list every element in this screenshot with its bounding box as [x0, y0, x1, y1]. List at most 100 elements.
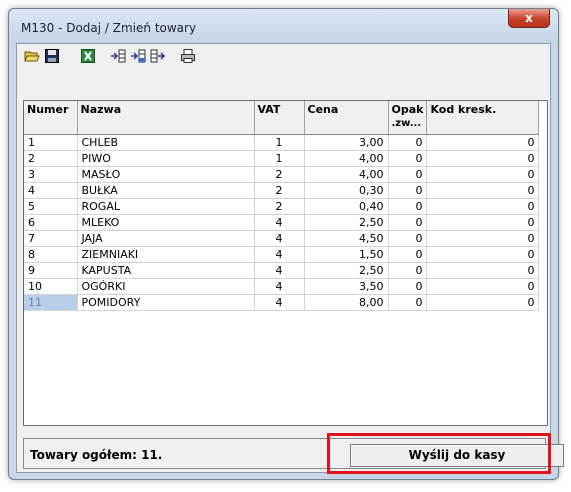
save-button[interactable]: [43, 47, 61, 65]
cell-vat[interactable]: 4: [254, 246, 305, 263]
table-row[interactable]: 9 KAPUSTA 4 2,50 0 0: [24, 262, 540, 279]
close-button[interactable]: x: [508, 9, 550, 28]
cell-kod[interactable]: 0: [426, 198, 540, 215]
append-row-button[interactable]: [149, 47, 167, 65]
table-row[interactable]: 5 ROGAL 2 0,40 0 0: [24, 198, 540, 215]
table-row[interactable]: 11 POMIDORY 4 8,00 0 0: [24, 294, 540, 311]
cell-vat[interactable]: 2: [254, 198, 305, 215]
cell-nazwa[interactable]: PIWO: [77, 150, 255, 167]
cell-numer[interactable]: 9: [24, 262, 78, 279]
cell-vat[interactable]: 4: [254, 230, 305, 247]
cell-kod[interactable]: 0: [426, 278, 540, 295]
cell-opak[interactable]: 0: [388, 294, 428, 311]
cell-opak[interactable]: 0: [388, 278, 428, 295]
cell-kod[interactable]: 0: [426, 166, 540, 183]
cell-opak[interactable]: 0: [388, 134, 428, 151]
cell-nazwa[interactable]: POMIDORY: [77, 294, 255, 311]
cell-numer[interactable]: 6: [24, 214, 78, 231]
append-row-icon: [150, 49, 166, 63]
cell-vat[interactable]: 2: [254, 166, 305, 183]
insert-row-button[interactable]: [109, 47, 127, 65]
app-window: M130 - Dodaj / Zmień towary x Numer Nazw…: [8, 8, 564, 480]
cell-kod[interactable]: 0: [426, 214, 540, 231]
column-header-cena[interactable]: Cena: [304, 101, 389, 135]
cell-vat[interactable]: 4: [254, 262, 305, 279]
highlight-frame: [327, 433, 551, 474]
cell-nazwa[interactable]: BUŁKA: [77, 182, 255, 199]
table-row[interactable]: 3 MASŁO 2 4,00 0 0: [24, 166, 540, 183]
column-header-vat[interactable]: VAT: [254, 101, 305, 135]
cell-kod[interactable]: 0: [426, 246, 540, 263]
excel-icon: [81, 49, 95, 63]
cell-kod[interactable]: 0: [426, 182, 540, 199]
cell-nazwa[interactable]: CHLEB: [77, 134, 255, 151]
open-folder-button[interactable]: [23, 47, 41, 65]
table-row[interactable]: 10 OGÓRKI 4 3,50 0 0: [24, 278, 540, 295]
table-row[interactable]: 8 ZIEMNIAKI 4 1,50 0 0: [24, 246, 540, 263]
cell-numer[interactable]: 3: [24, 166, 78, 183]
cell-opak[interactable]: 0: [388, 166, 428, 183]
cell-cena[interactable]: 4,50: [304, 230, 389, 247]
cell-numer[interactable]: 4: [24, 182, 78, 199]
excel-export-button[interactable]: [79, 47, 97, 65]
cell-vat[interactable]: 1: [254, 150, 305, 167]
cell-numer[interactable]: 8: [24, 246, 78, 263]
cell-opak[interactable]: 0: [388, 230, 428, 247]
cell-numer[interactable]: 2: [24, 150, 78, 167]
add-row-button[interactable]: [129, 47, 147, 65]
cell-kod[interactable]: 0: [426, 294, 540, 311]
table-row[interactable]: 1 CHLEB 1 3,00 0 0: [24, 134, 540, 151]
cell-opak[interactable]: 0: [388, 262, 428, 279]
cell-kod[interactable]: 0: [426, 262, 540, 279]
toolbar: [17, 44, 550, 68]
cell-cena[interactable]: 8,00: [304, 294, 389, 311]
cell-opak[interactable]: 0: [388, 198, 428, 215]
cell-nazwa[interactable]: MASŁO: [77, 166, 255, 183]
cell-cena[interactable]: 0,40: [304, 198, 389, 215]
open-folder-icon: [24, 51, 40, 62]
table-row[interactable]: 6 MLEKO 4 2,50 0 0: [24, 214, 540, 231]
cell-nazwa[interactable]: MLEKO: [77, 214, 255, 231]
cell-cena[interactable]: 3,00: [304, 134, 389, 151]
cell-nazwa[interactable]: KAPUSTA: [77, 262, 255, 279]
cell-vat[interactable]: 2: [254, 182, 305, 199]
cell-numer[interactable]: 1: [24, 134, 78, 151]
column-header-nazwa[interactable]: Nazwa: [77, 101, 255, 135]
cell-numer[interactable]: 5: [24, 198, 78, 215]
column-header-kod[interactable]: Kod kresk.: [426, 101, 540, 135]
cell-cena[interactable]: 4,00: [304, 166, 389, 183]
cell-opak[interactable]: 0: [388, 150, 428, 167]
window-client: Numer Nazwa VAT Cena Opak .zw... Kod kres…: [16, 43, 564, 473]
cell-opak[interactable]: 0: [388, 246, 428, 263]
cell-numer[interactable]: 10: [24, 278, 78, 295]
print-button[interactable]: [179, 47, 197, 65]
cell-opak[interactable]: 0: [388, 182, 428, 199]
cell-nazwa[interactable]: ROGAL: [77, 198, 255, 215]
cell-cena[interactable]: 0,30: [304, 182, 389, 199]
cell-cena[interactable]: 3,50: [304, 278, 389, 295]
cell-cena[interactable]: 4,00: [304, 150, 389, 167]
column-header-numer[interactable]: Numer: [24, 101, 78, 135]
cell-cena[interactable]: 2,50: [304, 262, 389, 279]
cell-kod[interactable]: 0: [426, 134, 540, 151]
cell-vat[interactable]: 4: [254, 294, 305, 311]
cell-vat[interactable]: 4: [254, 214, 305, 231]
table-row[interactable]: 7 JAJA 4 4,50 0 0: [24, 230, 540, 247]
cell-numer[interactable]: 11: [24, 294, 78, 311]
cell-kod[interactable]: 0: [426, 150, 540, 167]
column-header-opak[interactable]: Opak .zw...: [388, 101, 428, 135]
cell-nazwa[interactable]: ZIEMNIAKI: [77, 246, 255, 263]
table-row[interactable]: 4 BUŁKA 2 0,30 0 0: [24, 182, 540, 199]
cell-vat[interactable]: 1: [254, 134, 305, 151]
cell-nazwa[interactable]: JAJA: [77, 230, 255, 247]
cell-vat[interactable]: 4: [254, 278, 305, 295]
cell-kod[interactable]: 0: [426, 230, 540, 247]
title-bar: M130 - Dodaj / Zmień towary x: [9, 9, 558, 43]
cell-nazwa[interactable]: OGÓRKI: [77, 278, 255, 295]
cell-cena[interactable]: 2,50: [304, 214, 389, 231]
cell-opak[interactable]: 0: [388, 214, 428, 231]
products-grid[interactable]: Numer Nazwa VAT Cena Opak .zw... Kod kres…: [23, 100, 548, 426]
table-row[interactable]: 2 PIWO 1 4,00 0 0: [24, 150, 540, 167]
cell-numer[interactable]: 7: [24, 230, 78, 247]
cell-cena[interactable]: 1,50: [304, 246, 389, 263]
